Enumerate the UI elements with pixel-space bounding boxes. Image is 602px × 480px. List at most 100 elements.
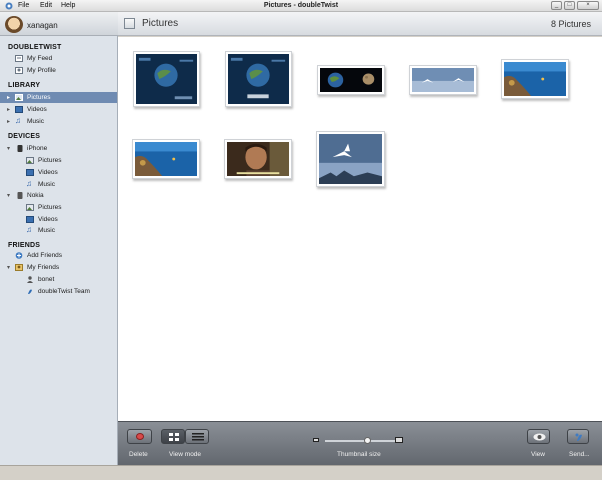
thumbnail-space-ui-2[interactable] bbox=[225, 51, 292, 107]
thumbnail-size-label: Thumbnail size bbox=[337, 451, 381, 458]
feed-icon bbox=[15, 55, 23, 62]
sidebar-item-videos[interactable]: ▸ Videos bbox=[0, 104, 117, 115]
small-thumbnail-icon[interactable] bbox=[313, 438, 319, 442]
sidebar-item-iphone-videos[interactable]: Videos bbox=[0, 167, 117, 178]
large-thumbnail-icon[interactable] bbox=[395, 437, 403, 443]
content-header: Pictures 8 Pictures bbox=[118, 12, 602, 36]
sidebar-item-label: Music bbox=[27, 118, 44, 125]
grid-view-icon bbox=[169, 433, 179, 441]
sidebar-item-my-profile[interactable]: My Profile bbox=[0, 65, 117, 76]
sidebar-item-label: doubleTwist Team bbox=[38, 288, 90, 295]
phone-icon bbox=[16, 145, 24, 152]
maximize-button[interactable]: □ bbox=[564, 1, 575, 10]
thumbnail-reef-1[interactable] bbox=[501, 59, 569, 99]
thumbnail-bird-sky[interactable] bbox=[316, 131, 385, 187]
sidebar-item-pictures[interactable]: ▸ Pictures bbox=[0, 92, 117, 103]
sidebar-item-label: Videos bbox=[38, 169, 58, 176]
sidebar-item-nokia[interactable]: ▾ Nokia bbox=[0, 190, 117, 201]
music-note-icon: ♫ bbox=[26, 179, 32, 188]
page-title: Pictures bbox=[142, 18, 179, 29]
pictures-icon bbox=[26, 157, 34, 164]
sidebar-item-label: My Profile bbox=[27, 67, 56, 74]
delete-button[interactable] bbox=[127, 429, 152, 444]
pictures-folder-icon bbox=[124, 18, 135, 29]
thumbnail-birds[interactable] bbox=[409, 65, 477, 95]
sidebar-item-label: Videos bbox=[38, 216, 58, 223]
sidebar-item-label: Add Friends bbox=[27, 252, 63, 259]
status-bar bbox=[0, 465, 602, 480]
delete-icon bbox=[136, 433, 144, 440]
friends-group-icon bbox=[15, 264, 23, 271]
expander-icon[interactable]: ▸ bbox=[7, 106, 10, 113]
close-button[interactable]: × bbox=[577, 1, 599, 10]
slider-knob[interactable] bbox=[363, 437, 371, 444]
eye-icon bbox=[533, 433, 546, 441]
expander-icon[interactable]: ▸ bbox=[7, 118, 10, 125]
expander-icon[interactable]: ▾ bbox=[7, 264, 10, 271]
sidebar-item-label: Pictures bbox=[38, 204, 62, 211]
user-header[interactable]: xanagan bbox=[0, 12, 118, 36]
sidebar-item-friend-doubletwist-team[interactable]: doubleTwist Team bbox=[0, 286, 117, 297]
sidebar: xanagan DOUBLETWIST My Feed My Profile L… bbox=[0, 12, 118, 465]
sidebar-item-label: iPhone bbox=[27, 145, 48, 152]
sidebar-item-my-feed[interactable]: My Feed bbox=[0, 53, 117, 64]
sidebar-item-label: My Friends bbox=[27, 264, 60, 271]
expander-icon[interactable]: ▾ bbox=[7, 145, 10, 152]
sidebar-item-label: Music bbox=[38, 181, 55, 188]
sidebar-item-nokia-music[interactable]: ♫ Music bbox=[0, 225, 117, 236]
section-doubletwist: DOUBLETWIST bbox=[8, 44, 62, 51]
thumbnail-size-slider[interactable] bbox=[325, 440, 395, 442]
user-icon bbox=[26, 276, 34, 283]
window-title: Pictures - doubleTwist bbox=[263, 2, 339, 9]
thumbnail-reef-2[interactable] bbox=[132, 139, 200, 179]
add-icon bbox=[15, 252, 23, 259]
videos-icon bbox=[26, 216, 34, 223]
thumbnail-man[interactable] bbox=[224, 139, 292, 179]
expander-icon[interactable]: ▸ bbox=[7, 94, 10, 101]
grid-view-button[interactable] bbox=[161, 429, 185, 444]
sidebar-item-iphone-pictures[interactable]: Pictures bbox=[0, 155, 117, 166]
sidebar-item-music[interactable]: ▸ ♫ Music bbox=[0, 116, 117, 127]
phone-icon bbox=[16, 192, 24, 199]
sidebar-item-my-friends[interactable]: ▾ My Friends bbox=[0, 262, 117, 273]
view-button[interactable] bbox=[527, 429, 550, 444]
thumbnail-earth-moon[interactable] bbox=[317, 65, 385, 95]
sidebar-item-iphone-music[interactable]: ♫ Music bbox=[0, 179, 117, 190]
view-label: View bbox=[531, 451, 545, 458]
bottom-toolbar: Delete View mode Thumbnail size View Sen… bbox=[118, 421, 602, 465]
thumbnail-space-ui-1[interactable] bbox=[133, 51, 200, 107]
sidebar-item-label: My Feed bbox=[27, 55, 53, 62]
profile-icon bbox=[15, 67, 23, 74]
sidebar-item-nokia-videos[interactable]: Videos bbox=[0, 214, 117, 225]
sidebar-item-nokia-pictures[interactable]: Pictures bbox=[0, 202, 117, 213]
sidebar-item-label: Music bbox=[38, 227, 55, 234]
sidebar-item-label: Videos bbox=[27, 106, 47, 113]
sidebar-item-iphone[interactable]: ▾ iPhone bbox=[0, 143, 117, 154]
view-mode-label: View mode bbox=[169, 451, 202, 458]
section-friends: FRIENDS bbox=[8, 242, 41, 249]
item-count: 8 Pictures bbox=[550, 19, 591, 29]
music-note-icon: ♫ bbox=[15, 116, 21, 125]
sidebar-item-add-friends[interactable]: Add Friends bbox=[0, 250, 117, 261]
list-view-button[interactable] bbox=[185, 429, 209, 444]
send-label: Send... bbox=[569, 451, 590, 458]
sidebar-item-label: Pictures bbox=[38, 157, 62, 164]
delete-label: Delete bbox=[129, 451, 148, 458]
sidebar-item-label: Nokia bbox=[27, 192, 44, 199]
minimize-button[interactable]: _ bbox=[551, 1, 562, 10]
videos-icon bbox=[26, 169, 34, 176]
videos-icon bbox=[15, 106, 23, 113]
section-devices: DEVICES bbox=[8, 133, 41, 140]
pictures-icon bbox=[15, 94, 23, 101]
section-library: LIBRARY bbox=[8, 82, 41, 89]
sidebar-item-friend-bonet[interactable]: bonet bbox=[0, 274, 117, 285]
doubletwist-logo-icon bbox=[26, 288, 34, 295]
thumbnail-grid bbox=[118, 37, 602, 421]
sidebar-item-label: bonet bbox=[38, 276, 55, 283]
title-bar: File Edit Help Pictures - doubleTwist _ … bbox=[0, 0, 602, 12]
username: xanagan bbox=[27, 21, 58, 30]
music-note-icon: ♫ bbox=[26, 225, 32, 234]
pictures-icon bbox=[26, 204, 34, 211]
expander-icon[interactable]: ▾ bbox=[7, 192, 10, 199]
send-button[interactable] bbox=[567, 429, 589, 444]
